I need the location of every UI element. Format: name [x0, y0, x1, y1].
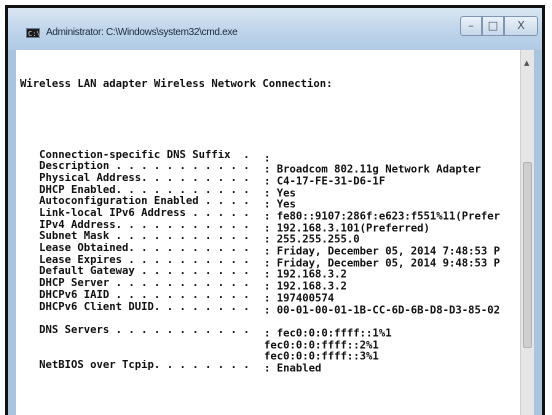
entry-label: DHCP Enabled. . . . . . . . . . .: [20, 184, 256, 196]
window-title: Administrator: C:\Windows\system32\cmd.e…: [46, 27, 238, 38]
console-output[interactable]: Wireless LAN adapter Wireless Network Co…: [16, 50, 534, 415]
entry-label: NetBIOS over Tcpip. . . . . . . .: [20, 359, 256, 371]
entry-label: Lease Expires . . . . . . . . . .: [20, 254, 256, 266]
console-line: DHCP Server . . . . . . . . . . . : 192.…: [20, 278, 500, 293]
entry-value: 00-01-00-01-1B-CC-6D-6B-D8-D3-85-02: [276, 304, 500, 317]
entry-separator: :: [264, 304, 277, 317]
console-line: Description . . . . . . . . . . . : Broa…: [20, 161, 500, 176]
title-bar[interactable]: C:\ Administrator: C:\Windows\system32\c…: [8, 8, 542, 50]
scroll-up-arrow-icon[interactable]: ▲: [524, 58, 529, 70]
entry-label: [20, 337, 264, 349]
entry-label: IPv4 Address. . . . . . . . . . .: [20, 219, 256, 231]
console-line: fec0:0:0:ffff::2%1: [20, 337, 500, 351]
entry-label: Physical Address. . . . . . . . .: [20, 172, 256, 184]
console-line: DHCP Enabled. . . . . . . . . . . : Yes: [20, 184, 500, 200]
console-line: DHCPv6 Client DUID. . . . . . . . : 00-0…: [20, 301, 500, 317]
adapter-header: Wireless LAN adapter Wireless Network Co…: [20, 78, 333, 91]
console-line: IPv4 Address. . . . . . . . . . . : 192.…: [20, 219, 500, 235]
console-line: NetBIOS over Tcpip. . . . . . . . : Enab…: [20, 359, 500, 375]
entry-label: DNS Servers . . . . . . . . . . .: [20, 324, 256, 336]
maximize-button[interactable]: □: [482, 16, 504, 36]
vertical-scrollbar[interactable]: ▲: [520, 50, 534, 415]
minimize-button[interactable]: –: [460, 16, 482, 36]
console-line: DHCPv6 IAID . . . . . . . . . . . : 1974…: [20, 289, 500, 305]
entry-label: DHCP Server . . . . . . . . . . .: [20, 278, 256, 290]
entry-label: Default Gateway . . . . . . . . .: [20, 266, 256, 278]
console-line: Connection-specific DNS Suffix . :: [20, 149, 500, 165]
entry-label: Lease Obtained. . . . . . . . . .: [20, 243, 256, 255]
console-line: fec0:0:0:ffff::3%1: [20, 348, 500, 363]
entry-label: Description . . . . . . . . . . .: [20, 161, 256, 173]
entry-label: [20, 348, 264, 360]
cmd-icon[interactable]: C:\: [26, 28, 41, 38]
entry-label: Autoconfiguration Enabled . . . .: [20, 196, 256, 208]
console-line: Link-local IPv6 Address . . . . . : fe80…: [20, 208, 500, 223]
console-line: DNS Servers . . . . . . . . . . . : fec0…: [20, 324, 500, 340]
cmd-window: C:\ Administrator: C:\Windows\system32\c…: [5, 5, 545, 415]
entry-separator: :: [264, 362, 277, 375]
console-line: Autoconfiguration Enabled . . . . : Yes: [20, 196, 500, 211]
console-text: Wireless LAN adapter Wireless Network Co…: [20, 56, 500, 395]
entry-label: Connection-specific DNS Suffix .: [20, 149, 256, 161]
scrollbar-thumb[interactable]: [523, 162, 532, 348]
console-line: Lease Expires . . . . . . . . . . : Frid…: [20, 254, 500, 270]
entry-label: DHCPv6 IAID . . . . . . . . . . .: [20, 289, 256, 301]
entry-value: Enabled: [276, 362, 322, 375]
entry-label: Subnet Mask . . . . . . . . . . .: [20, 231, 256, 243]
entries-list: Connection-specific DNS Suffix . : Descr…: [20, 149, 500, 375]
entry-label: Link-local IPv6 Address . . . . .: [20, 208, 256, 220]
console-line: Lease Obtained. . . . . . . . . . : Frid…: [20, 243, 500, 258]
close-button[interactable]: X: [504, 16, 538, 36]
entry-label: DHCPv6 Client DUID. . . . . . . .: [20, 301, 256, 313]
